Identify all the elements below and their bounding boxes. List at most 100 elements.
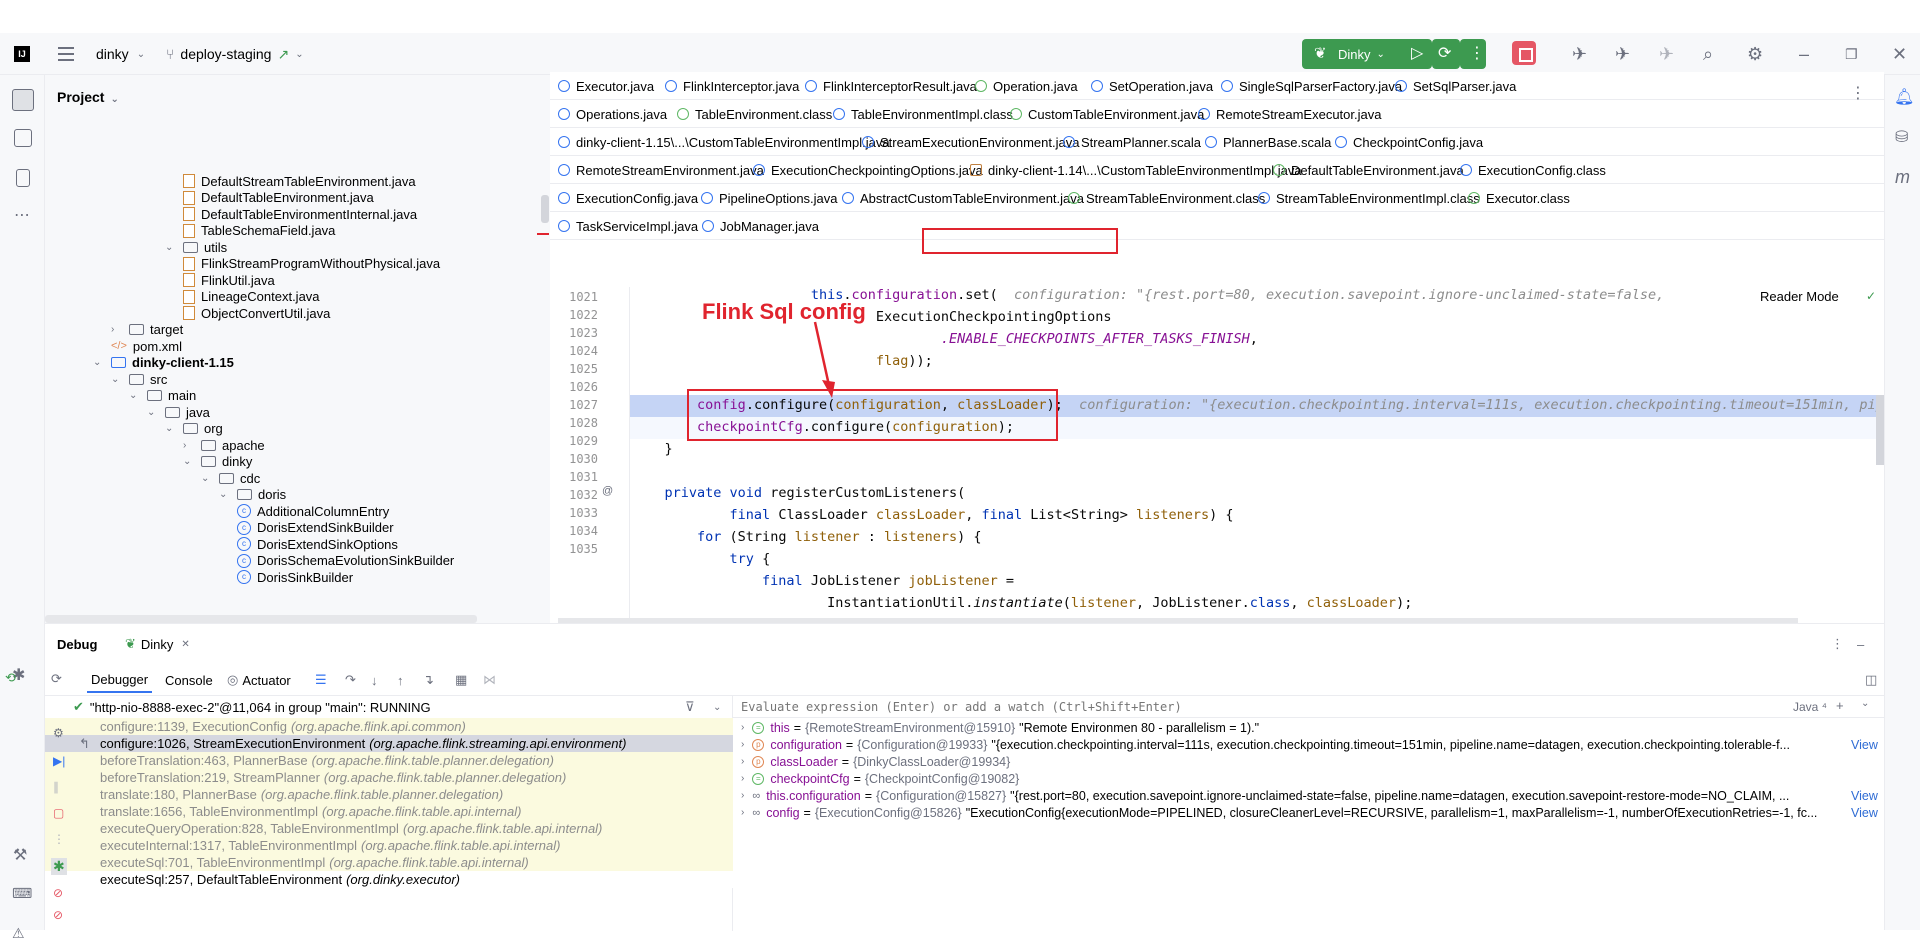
- editor-tab[interactable]: PlannerBase.scala: [1205, 132, 1331, 152]
- stack-frame[interactable]: translate:1656, TableEnvironmentImpl (org…: [45, 803, 733, 820]
- stack-frame[interactable]: ↰ configure:1026, StreamExecutionEnvironm…: [45, 735, 733, 752]
- stack-frame[interactable]: executeQueryOperation:828, TableEnvironm…: [45, 820, 733, 837]
- problems-tool-icon[interactable]: ⚠: [12, 925, 25, 942]
- editor-tab[interactable]: JobManager.java: [702, 216, 819, 236]
- mute-breakpoints-icon[interactable]: ⊘: [53, 908, 63, 922]
- settings-icon[interactable]: ⚙: [53, 726, 64, 740]
- line-number[interactable]: 1021: [550, 290, 598, 304]
- editor-tab[interactable]: TaskServiceImpl.java: [558, 216, 698, 236]
- variable-row[interactable]: › ∞ this.configuration = {Configuration@15…: [733, 787, 1884, 804]
- more-actions-icon[interactable]: ⋮: [1460, 39, 1486, 69]
- rerun-icon[interactable]: ⟳: [45, 664, 73, 696]
- stack-frame[interactable]: executeSql:257, DefaultTableEnvironment(…: [45, 871, 733, 888]
- editor-tab[interactable]: ExecutionConfig.java: [558, 188, 698, 208]
- editor-tab[interactable]: TableEnvironment.class: [677, 104, 832, 124]
- chevron-down-icon[interactable]: ⌄: [219, 489, 231, 500]
- editor-tab[interactable]: Executor.class: [1468, 188, 1570, 208]
- view-link[interactable]: View: [1851, 806, 1878, 820]
- terminal-tool-icon[interactable]: ⌨: [12, 885, 32, 902]
- line-number[interactable]: 1032: [550, 488, 598, 502]
- add-watch-icon[interactable]: +: [1836, 698, 1844, 713]
- chevron-down-icon[interactable]: ⌄: [111, 374, 123, 385]
- view-link[interactable]: View: [1851, 789, 1878, 803]
- stack-frame[interactable]: configure:1139, ExecutionConfig (org.apac…: [45, 718, 733, 735]
- code-line-1030[interactable]: private void registerCustomListeners(: [632, 485, 1882, 507]
- stop-button[interactable]: [1512, 41, 1536, 65]
- structure-tool-icon[interactable]: [14, 129, 32, 147]
- maven-icon[interactable]: m: [1895, 167, 1910, 188]
- evaluate-expression-input[interactable]: [741, 698, 1741, 716]
- run-to-cursor-icon[interactable]: ↴: [423, 670, 434, 690]
- restore-icon[interactable]: ❐: [1845, 45, 1858, 63]
- editor-tab[interactable]: CustomTableEnvironment.java: [1010, 104, 1204, 124]
- minimize-panel-icon[interactable]: –: [1857, 624, 1864, 664]
- more-tools-icon[interactable]: ⋯: [14, 205, 30, 225]
- code-line-1034[interactable]: final JobListener jobListener =: [632, 573, 1882, 595]
- editor-tab[interactable]: FlinkInterceptorResult.java: [805, 76, 977, 96]
- tab-actuator[interactable]: ◎ Actuator: [227, 670, 291, 690]
- tree-item[interactable]: ObjectConvertUtil.java: [183, 303, 330, 323]
- minimize-icon[interactable]: –: [1799, 45, 1809, 63]
- chevron-right-icon[interactable]: ›: [741, 739, 744, 750]
- tree-scrollbar[interactable]: [541, 195, 549, 223]
- database-icon[interactable]: ⛁: [1895, 127, 1908, 147]
- line-number[interactable]: 1028: [550, 416, 598, 430]
- build-tool-icon[interactable]: ⚒: [13, 845, 27, 865]
- tree-hscrollbar[interactable]: [45, 615, 477, 623]
- stack-frame[interactable]: beforeTranslation:219, StreamPlanner (org…: [45, 769, 733, 786]
- branch-switcher[interactable]: ⑂ deploy-staging ↗ ⌄: [166, 33, 304, 75]
- stop-icon[interactable]: ▢: [53, 806, 64, 820]
- chevron-right-icon[interactable]: ›: [741, 773, 744, 784]
- line-number[interactable]: 1024: [550, 344, 598, 358]
- main-menu-icon[interactable]: [58, 47, 74, 61]
- chevron-right-icon[interactable]: ›: [741, 790, 744, 801]
- editor-tab[interactable]: TableEnvironmentImpl.class: [833, 104, 1013, 124]
- breakpoints-icon[interactable]: ⊘: [53, 886, 63, 900]
- chevron-right-icon[interactable]: ›: [741, 756, 744, 767]
- editor-tab[interactable]: RemoteStreamEnvironment.java: [558, 160, 764, 180]
- chevron-down-icon[interactable]: ⌄: [129, 390, 141, 401]
- close-icon[interactable]: ✕: [181, 639, 189, 650]
- trace-icon[interactable]: ⋈: [483, 670, 496, 690]
- editor-tab[interactable]: StreamTableEnvironmentImpl.class: [1258, 188, 1480, 208]
- chevron-right-icon[interactable]: ›: [183, 440, 195, 451]
- editor-tab[interactable]: Operations.java: [558, 104, 667, 124]
- line-number[interactable]: 1035: [550, 542, 598, 556]
- thread-selector[interactable]: ✔ "http-nio-8888-exec-2"@11,064 in group …: [45, 696, 733, 718]
- editor-tab[interactable]: AbstractCustomTableEnvironment.java: [842, 188, 1084, 208]
- step-into-icon[interactable]: ↓: [371, 670, 378, 690]
- search-icon[interactable]: ⌕: [1703, 45, 1713, 63]
- editor-tab[interactable]: Executor.java: [558, 76, 654, 96]
- bookmarks-tool-icon[interactable]: [16, 169, 30, 187]
- deploy-alt-icon[interactable]: ✈: [1615, 45, 1630, 63]
- gear-icon[interactable]: ⚙: [1747, 45, 1763, 63]
- editor-tab[interactable]: SetSqlParser.java: [1395, 76, 1516, 96]
- stack-frame[interactable]: translate:180, PlannerBase (org.apache.fl…: [45, 786, 733, 803]
- run-config-selector[interactable]: ❦ Dinky ⌄: [1302, 39, 1420, 69]
- line-number[interactable]: 1027: [550, 398, 598, 412]
- code-line-1031[interactable]: final ClassLoader classLoader, final Lis…: [632, 507, 1882, 529]
- deploy-disabled-icon[interactable]: ✈: [1659, 45, 1674, 63]
- project-switcher[interactable]: dinky ⌄: [96, 33, 145, 75]
- code-line-1029[interactable]: [632, 463, 1882, 485]
- filter-icon[interactable]: ⊽: [685, 699, 695, 715]
- code-line-1028[interactable]: }: [632, 441, 1882, 463]
- line-number[interactable]: 1034: [550, 524, 598, 538]
- chevron-right-icon[interactable]: ›: [741, 807, 744, 818]
- editor-tab[interactable]: Operation.java: [975, 76, 1078, 96]
- tab-console[interactable]: Console: [165, 670, 213, 690]
- reader-mode-toggle[interactable]: Reader Mode: [1760, 289, 1839, 304]
- variable-row[interactable]: › = this = {RemoteStreamEnvironment@15910}…: [733, 719, 1884, 736]
- chevron-down-icon[interactable]: ⌄: [165, 423, 177, 434]
- debug-rerun-icon[interactable]: ⟳: [1432, 39, 1460, 69]
- editor-tab[interactable]: RemoteStreamExecutor.java: [1198, 104, 1381, 124]
- chevron-down-icon[interactable]: ⌄: [147, 407, 159, 418]
- stack-frame[interactable]: beforeTranslation:463, PlannerBase (org.a…: [45, 752, 733, 769]
- evaluate-icon[interactable]: ▦: [455, 670, 467, 690]
- deploy-icon[interactable]: ✈: [1572, 45, 1587, 63]
- view-link[interactable]: View: [1851, 738, 1878, 752]
- code-line-1033[interactable]: try {: [632, 551, 1882, 573]
- editor-tab[interactable]: SetOperation.java: [1091, 76, 1213, 96]
- more-tabs-icon[interactable]: ⋮: [1850, 83, 1866, 103]
- step-out-icon[interactable]: ↑: [397, 670, 404, 690]
